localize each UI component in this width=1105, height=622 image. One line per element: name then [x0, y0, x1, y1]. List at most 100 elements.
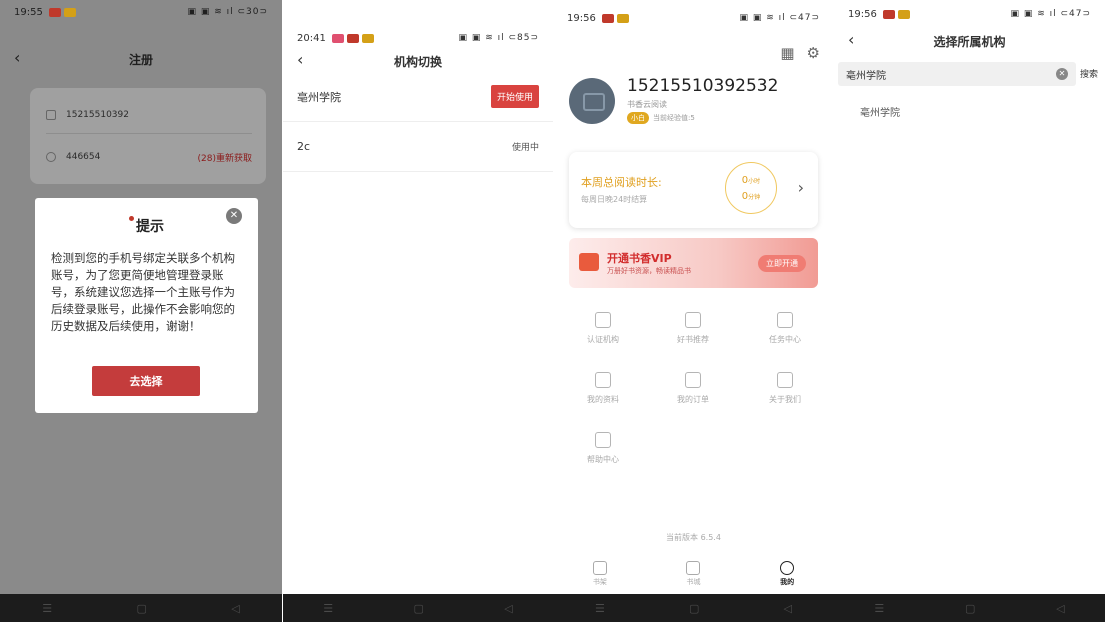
signal-icons: ▣ ▣ ≋ ıl ⊂47⊃ [1010, 9, 1091, 19]
home-icon[interactable]: ▢ [689, 602, 699, 615]
back-nav-icon[interactable]: ◁ [231, 602, 239, 615]
status-bar: 19:56 ▣ ▣ ≋ ıl ⊂47⊃ [834, 2, 1105, 26]
home-icon[interactable]: ▢ [136, 602, 146, 615]
search-input[interactable]: 亳州学院 ✕ [838, 62, 1076, 86]
help-doc-icon [595, 432, 611, 448]
nav-bar: ‹ 选择所属机构 [834, 26, 1105, 56]
reading-title: 本周总阅读时长: [581, 176, 662, 189]
nav-bar: ‹ 注册 [0, 44, 282, 74]
book-icon [685, 312, 701, 328]
search-button[interactable]: 搜索 [1080, 67, 1098, 80]
menu-item-about-us[interactable]: 关于我们 [755, 372, 815, 405]
people-icon [777, 372, 793, 388]
menu-item-help-center[interactable]: 帮助中心 [573, 432, 633, 465]
back-icon[interactable]: ‹ [848, 30, 854, 49]
prompt-dialog: 提示 ✕ 检测到您的手机号绑定关联多个机构账号，为了您更简便地管理登录账号，系统… [35, 198, 258, 413]
order-icon [685, 372, 701, 388]
header-tools: ▦ ⚙ [780, 44, 820, 62]
menu-item-book-recommend[interactable]: 好书推荐 [663, 312, 723, 345]
user-level: 小白 当前经验值:5 [627, 112, 695, 124]
system-nav-bar: ☰ ▢ ◁ [0, 594, 282, 622]
basket-icon [579, 253, 599, 271]
home-icon[interactable]: ▢ [413, 602, 423, 615]
shield-check-icon [595, 312, 611, 328]
back-nav-icon[interactable]: ◁ [504, 602, 512, 615]
phone-icon [46, 110, 56, 120]
experience-value: 当前经验值:5 [653, 114, 695, 122]
reading-time-circle: 0小时 0分钟 [725, 162, 777, 214]
menu-item-my-orders[interactable]: 我的订单 [663, 372, 723, 405]
page-title: 选择所属机构 [933, 34, 1006, 49]
calendar-icon[interactable]: ▦ [780, 44, 794, 62]
status-bar: 19:55 ▣ ▣ ≋ ıl ⊂30⊃ [0, 0, 282, 24]
task-icon [777, 312, 793, 328]
close-icon[interactable]: ✕ [226, 208, 242, 224]
select-org-screen: 19:56 ▣ ▣ ≋ ıl ⊂47⊃ ‹ 选择所属机构 亳州学院 ✕ 搜索 亳… [834, 0, 1105, 622]
shield-icon [46, 152, 56, 162]
signal-icons: ▣ ▣ ≋ ıl ⊂30⊃ [187, 7, 268, 17]
code-value: 446654 [66, 152, 101, 162]
back-icon[interactable]: ‹ [297, 50, 303, 69]
search-value: 亳州学院 [846, 70, 886, 82]
profile-card-icon [595, 372, 611, 388]
reading-subtitle: 每周日晚24时结算 [581, 195, 648, 204]
level-badge: 小白 [627, 112, 649, 124]
register-screen: 19:55 ▣ ▣ ≋ ıl ⊂30⊃ ‹ 注册 15215510392 446… [0, 0, 282, 622]
in-use-status: 使用中 [511, 143, 539, 153]
status-time: 20:41 [297, 32, 326, 44]
reading-time-card[interactable]: 本周总阅读时长: 每周日晚24时结算 0小时 0分钟 › [569, 152, 818, 228]
tab-mine[interactable]: 我的 [780, 561, 795, 587]
red-dot-icon [129, 216, 134, 221]
tab-bookstore[interactable]: 书城 [686, 561, 701, 587]
dialog-message: 检测到您的手机号绑定关联多个机构账号，为了您更简便地管理登录账号，系统建议您选择… [51, 251, 235, 333]
menu-item-my-profile[interactable]: 我的资料 [573, 372, 633, 405]
hours-unit: 小时 [748, 178, 761, 185]
page-title: 机构切换 [393, 54, 442, 69]
back-nav-icon[interactable]: ◁ [783, 602, 791, 615]
menu-icon[interactable]: ☰ [874, 602, 884, 615]
home-house-icon [686, 561, 701, 575]
resend-code-button[interactable]: (28)重新获取 [198, 151, 252, 164]
username: 15215510392532 [627, 76, 779, 96]
tab-bookshelf[interactable]: 书架 [592, 561, 607, 587]
menu-icon[interactable]: ☰ [323, 602, 333, 615]
menu-icon[interactable]: ☰ [595, 602, 605, 615]
search-result-item[interactable]: 亳州学院 [860, 104, 900, 119]
home-icon[interactable]: ▢ [965, 602, 975, 615]
phone-field[interactable]: 15215510392 [46, 98, 252, 132]
start-using-button[interactable]: 开始使用 [490, 85, 539, 108]
settings-icon[interactable]: ⚙ [807, 44, 820, 62]
open-vip-button[interactable]: 立即开通 [758, 255, 806, 272]
status-time: 19:55 [14, 6, 43, 18]
menu-item-certified-org[interactable]: 认证机构 [573, 312, 633, 345]
code-field[interactable]: 446654 (28)重新获取 [46, 140, 252, 174]
org-row[interactable]: 2c 使用中 [283, 122, 553, 172]
vip-banner[interactable]: 开通书香VIP 万册好书资源，畅读精品书 立即开通 [569, 238, 818, 288]
signal-icons: ▣ ▣ ≋ ıl ⊂47⊃ [739, 13, 820, 23]
org-name: 亳州学院 [297, 90, 341, 104]
org-row[interactable]: 亳州学院 开始使用 [283, 72, 553, 122]
profile-screen: 19:56 ▣ ▣ ≋ ıl ⊂47⊃ ▦ ⚙ 15215510392532 书… [553, 0, 834, 622]
bookshelf-icon [592, 561, 607, 575]
register-form: 15215510392 446654 (28)重新获取 [30, 88, 266, 184]
back-nav-icon[interactable]: ◁ [1056, 602, 1064, 615]
switch-org-screen: 20:41 ▣ ▣ ≋ ıl ⊂85⊃ ‹ 机构切换 亳州学院 开始使用 2c … [283, 0, 553, 622]
dialog-title: 提示 [51, 216, 242, 236]
user-icon [780, 561, 795, 575]
avatar[interactable] [569, 78, 615, 124]
notification-icon [616, 13, 629, 23]
chevron-right-icon[interactable]: › [798, 178, 804, 197]
notification-icon [48, 7, 61, 17]
org-name: 2c [297, 140, 311, 153]
divider [46, 133, 252, 134]
clear-icon[interactable]: ✕ [1056, 68, 1068, 80]
status-time: 19:56 [848, 8, 877, 20]
minutes-unit: 分钟 [748, 194, 761, 201]
back-icon[interactable]: ‹ [14, 48, 20, 67]
notification-icon [63, 7, 76, 17]
menu-item-task-center[interactable]: 任务中心 [755, 312, 815, 345]
go-select-button[interactable]: 去选择 [92, 366, 200, 396]
status-time: 19:56 [567, 12, 596, 24]
menu-icon[interactable]: ☰ [42, 602, 52, 615]
phone-value: 15215510392 [66, 110, 129, 120]
